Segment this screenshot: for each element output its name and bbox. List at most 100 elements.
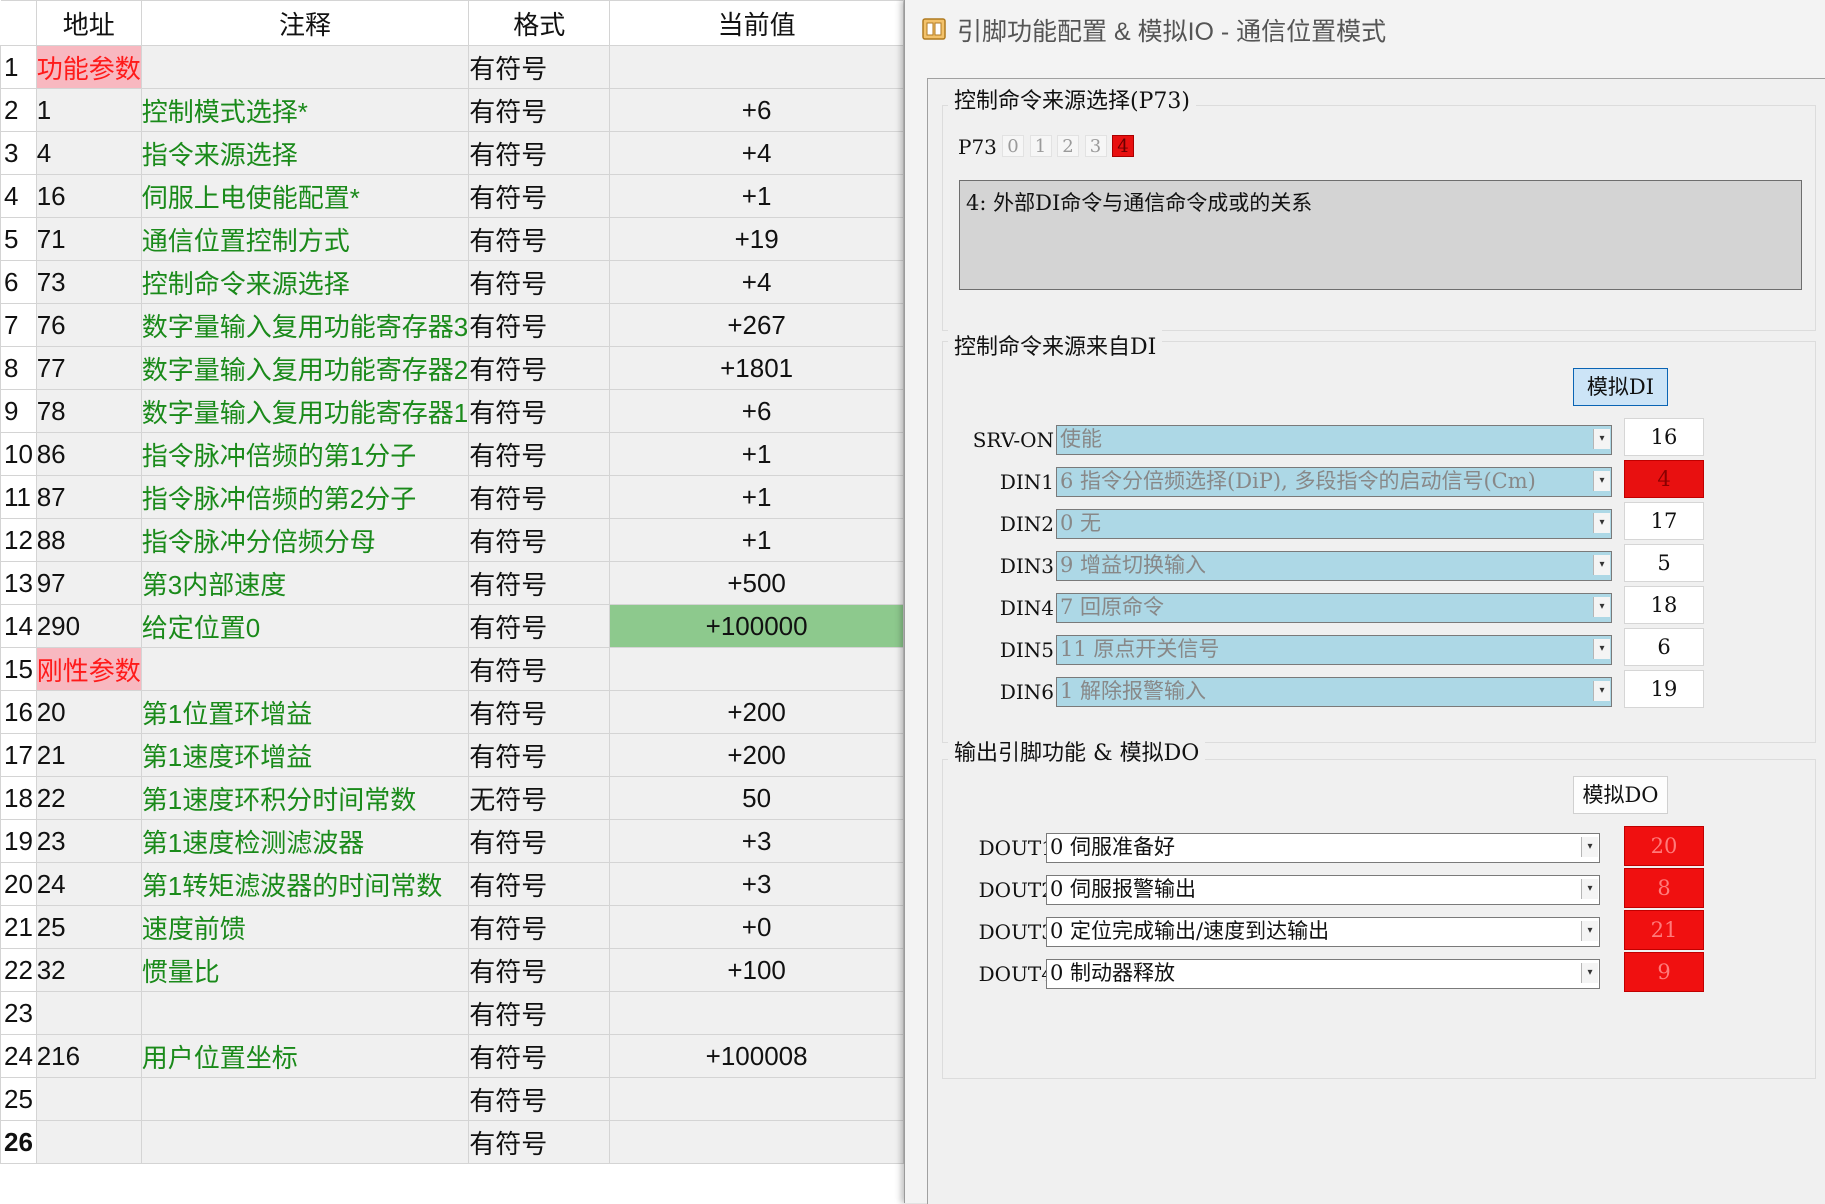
note-cell[interactable] xyxy=(140,1120,470,1164)
column-header-address[interactable]: 地址 xyxy=(35,0,142,46)
address-cell[interactable]: 32 xyxy=(35,948,142,992)
value-cell[interactable]: +100000 xyxy=(609,604,904,648)
value-cell[interactable]: +6 xyxy=(609,88,904,132)
address-cell[interactable]: 77 xyxy=(35,346,142,390)
row-number[interactable]: 12 xyxy=(0,518,37,562)
column-header-note[interactable]: 注释 xyxy=(140,0,470,46)
note-cell[interactable]: 控制命令来源选择 xyxy=(140,260,470,304)
format-cell[interactable]: 有符号 xyxy=(468,475,611,519)
address-cell[interactable]: 20 xyxy=(35,690,142,734)
note-cell[interactable]: 控制模式选择* xyxy=(140,88,470,132)
note-cell[interactable]: 通信位置控制方式 xyxy=(140,217,470,261)
format-cell[interactable]: 有符号 xyxy=(468,518,611,562)
note-cell[interactable]: 第1转矩滤波器的时间常数 xyxy=(140,862,470,906)
address-cell[interactable]: 86 xyxy=(35,432,142,476)
value-cell[interactable]: 50 xyxy=(609,776,904,820)
do-pin-number[interactable]: 8 xyxy=(1624,868,1704,908)
row-number[interactable]: 3 xyxy=(0,131,37,175)
di-pin-number[interactable]: 19 xyxy=(1624,670,1704,708)
row-number[interactable]: 1 xyxy=(0,45,37,89)
do-function-select[interactable]: 0 制动器释放 ▾ xyxy=(1046,959,1600,989)
chevron-down-icon[interactable]: ▾ xyxy=(1593,513,1610,533)
format-cell[interactable]: 有符号 xyxy=(468,819,611,863)
note-cell[interactable]: 第1速度检测滤波器 xyxy=(140,819,470,863)
address-cell[interactable]: 73 xyxy=(35,260,142,304)
row-number[interactable]: 25 xyxy=(0,1077,37,1121)
row-number[interactable]: 11 xyxy=(0,475,37,519)
row-number[interactable]: 19 xyxy=(0,819,37,863)
address-cell[interactable]: 71 xyxy=(35,217,142,261)
address-cell[interactable] xyxy=(35,1077,142,1121)
di-pin-number[interactable]: 16 xyxy=(1624,418,1704,456)
format-cell[interactable]: 有符号 xyxy=(468,45,611,89)
note-cell[interactable]: 指令脉冲倍频的第2分子 xyxy=(140,475,470,519)
address-cell[interactable]: 22 xyxy=(35,776,142,820)
value-cell[interactable] xyxy=(609,647,904,691)
address-cell[interactable]: 78 xyxy=(35,389,142,433)
address-cell[interactable]: 24 xyxy=(35,862,142,906)
format-cell[interactable]: 无符号 xyxy=(468,776,611,820)
value-cell[interactable]: +6 xyxy=(609,389,904,433)
address-cell[interactable]: 25 xyxy=(35,905,142,949)
p73-option-4[interactable]: 4 xyxy=(1112,135,1134,157)
note-cell[interactable]: 速度前馈 xyxy=(140,905,470,949)
format-cell[interactable]: 有符号 xyxy=(468,217,611,261)
chevron-down-icon[interactable]: ▾ xyxy=(1593,555,1610,575)
row-number[interactable]: 4 xyxy=(0,174,37,218)
value-cell[interactable]: +0 xyxy=(609,905,904,949)
value-cell[interactable]: +3 xyxy=(609,819,904,863)
row-number[interactable]: 13 xyxy=(0,561,37,605)
note-cell[interactable]: 指令脉冲分倍频分母 xyxy=(140,518,470,562)
format-cell[interactable]: 有符号 xyxy=(468,432,611,476)
chevron-down-icon[interactable]: ▾ xyxy=(1581,837,1598,857)
p73-option-2[interactable]: 2 xyxy=(1057,135,1079,157)
format-cell[interactable]: 有符号 xyxy=(468,88,611,132)
row-number[interactable]: 5 xyxy=(0,217,37,261)
note-cell[interactable] xyxy=(140,991,470,1035)
note-cell[interactable]: 第1速度环增益 xyxy=(140,733,470,777)
row-number[interactable]: 20 xyxy=(0,862,37,906)
row-number[interactable]: 8 xyxy=(0,346,37,390)
di-pin-number[interactable]: 17 xyxy=(1624,502,1704,540)
format-cell[interactable]: 有符号 xyxy=(468,690,611,734)
address-cell[interactable]: 1 xyxy=(35,88,142,132)
value-cell[interactable]: +1 xyxy=(609,475,904,519)
row-number[interactable]: 26 xyxy=(0,1120,37,1164)
format-cell[interactable]: 有符号 xyxy=(468,647,611,691)
chevron-down-icon[interactable]: ▾ xyxy=(1581,921,1598,941)
note-cell[interactable] xyxy=(140,647,470,691)
note-cell[interactable]: 第3内部速度 xyxy=(140,561,470,605)
dialog-titlebar[interactable]: 引脚功能配置 & 模拟IO - 通信位置模式 xyxy=(905,0,1825,58)
format-cell[interactable]: 有符号 xyxy=(468,991,611,1035)
value-cell[interactable]: +19 xyxy=(609,217,904,261)
p73-option-1[interactable]: 1 xyxy=(1029,135,1052,157)
value-cell[interactable] xyxy=(609,45,904,89)
format-cell[interactable]: 有符号 xyxy=(468,948,611,992)
chevron-down-icon[interactable]: ▾ xyxy=(1581,879,1598,899)
address-cell[interactable]: 4 xyxy=(35,131,142,175)
format-cell[interactable]: 有符号 xyxy=(468,733,611,777)
note-cell[interactable]: 第1位置环增益 xyxy=(140,690,470,734)
value-cell[interactable]: +200 xyxy=(609,733,904,777)
value-cell[interactable] xyxy=(609,991,904,1035)
row-number[interactable]: 24 xyxy=(0,1034,37,1078)
row-number[interactable]: 18 xyxy=(0,776,37,820)
address-cell[interactable]: 21 xyxy=(35,733,142,777)
row-number[interactable]: 21 xyxy=(0,905,37,949)
note-cell[interactable] xyxy=(140,1077,470,1121)
section-header-cell[interactable]: 功能参数 xyxy=(35,45,142,89)
note-cell[interactable]: 指令来源选择 xyxy=(140,131,470,175)
value-cell[interactable]: +1801 xyxy=(609,346,904,390)
format-cell[interactable]: 有符号 xyxy=(468,131,611,175)
address-cell[interactable] xyxy=(35,1120,142,1164)
note-cell[interactable]: 给定位置0 xyxy=(140,604,470,648)
address-cell[interactable]: 216 xyxy=(35,1034,142,1078)
chevron-down-icon[interactable]: ▾ xyxy=(1593,471,1610,491)
format-cell[interactable]: 有符号 xyxy=(468,260,611,304)
row-number[interactable]: 2 xyxy=(0,88,37,132)
row-number[interactable]: 14 xyxy=(0,604,37,648)
address-cell[interactable]: 97 xyxy=(35,561,142,605)
di-pin-number[interactable]: 5 xyxy=(1624,544,1704,582)
value-cell[interactable]: +100008 xyxy=(609,1034,904,1078)
value-cell[interactable]: +1 xyxy=(609,518,904,562)
